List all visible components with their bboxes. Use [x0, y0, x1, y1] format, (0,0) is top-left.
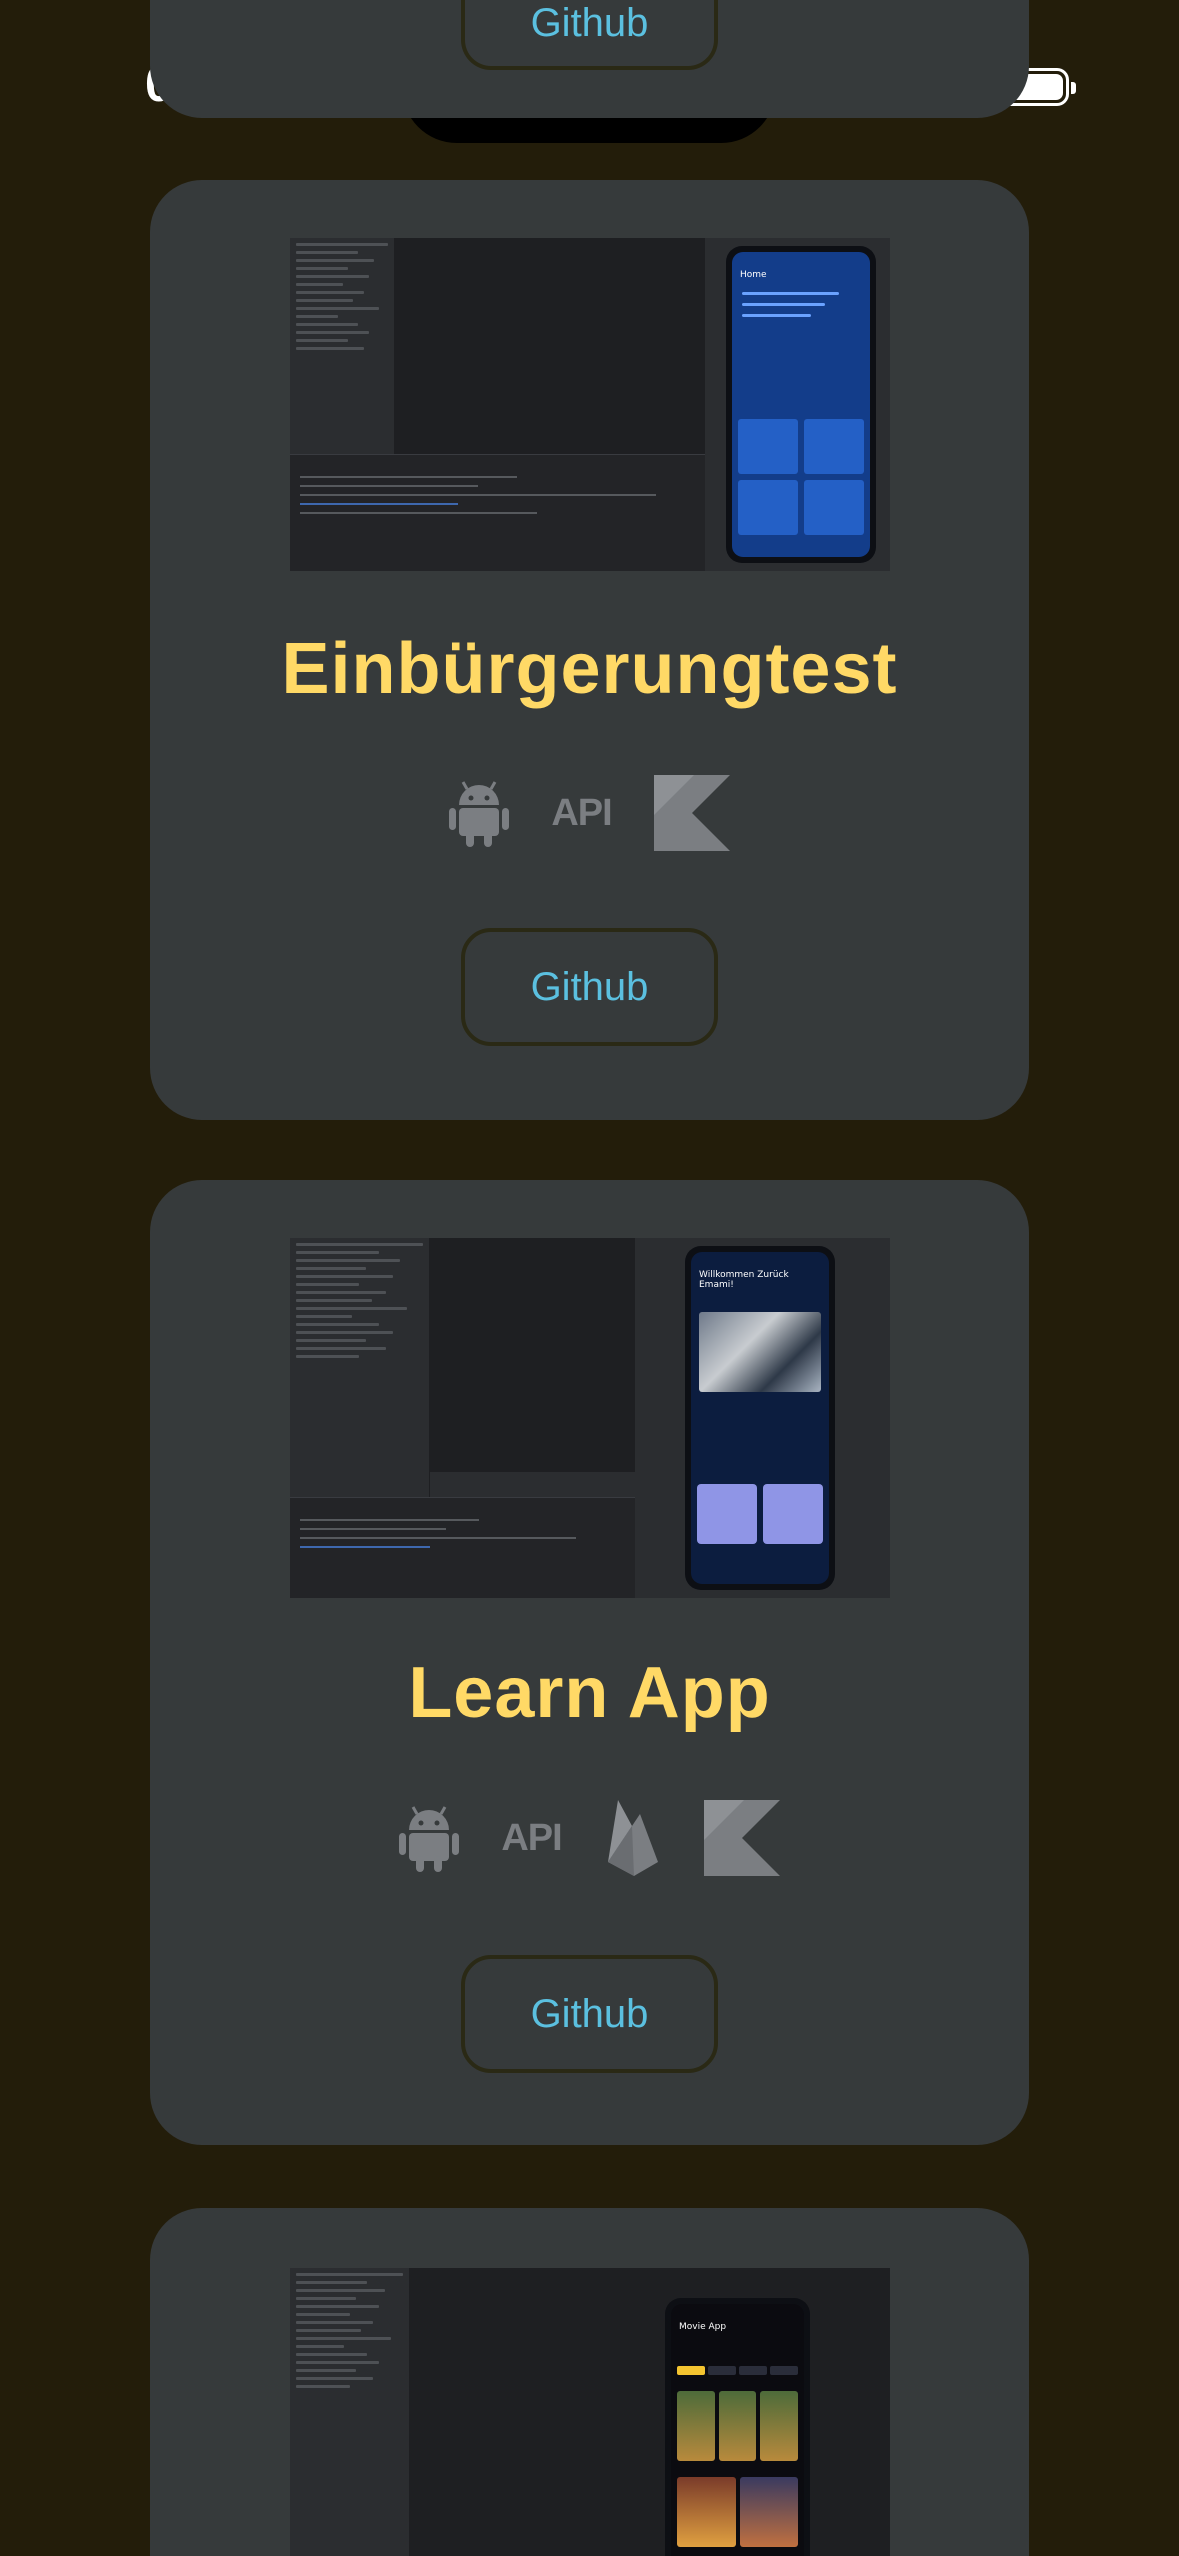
kotlin-icon: [653, 775, 730, 851]
project-screenshot: Movie App: [290, 2268, 890, 2556]
firebase-icon: [604, 1800, 662, 1876]
phone-screen-title: Home: [740, 270, 767, 280]
tech-stack: API: [150, 775, 1029, 851]
project-card: Movie App: [150, 2208, 1029, 2556]
project-screenshot: Willkommen Zurück Emami!: [290, 1238, 890, 1598]
ide-console: [290, 1497, 635, 1598]
android-icon: [449, 779, 510, 847]
android-icon: [399, 1804, 460, 1872]
ide-editor: [430, 1238, 635, 1472]
project-card: Home Einbürgerungtest API Github: [150, 180, 1029, 1120]
tech-stack: API: [150, 1800, 1029, 1876]
ide-console: [290, 454, 705, 571]
project-title: Learn App: [408, 1653, 771, 1733]
github-button[interactable]: Github: [461, 928, 718, 1046]
ide-project-tree: [290, 2268, 410, 2556]
api-icon: API: [551, 791, 612, 834]
ide-editor: [395, 238, 705, 455]
project-card: Github: [150, 0, 1029, 118]
kotlin-icon: [703, 1800, 780, 1876]
api-icon: API: [501, 1816, 562, 1859]
project-title: Einbürgerungtest: [281, 629, 898, 709]
phone-mockup: Movie App: [665, 2298, 810, 2556]
ide-editor: [410, 2268, 890, 2556]
project-screenshot: Home: [290, 238, 890, 571]
github-button[interactable]: Github: [461, 1955, 718, 2073]
project-card: Willkommen Zurück Emami! Learn App API G…: [150, 1180, 1029, 2145]
phone-mockup: Home: [726, 246, 876, 563]
phone-screen-title: Willkommen Zurück Emami!: [699, 1270, 789, 1290]
phone-mockup: Willkommen Zurück Emami!: [685, 1246, 835, 1590]
phone-screen-title: Movie App: [679, 2322, 727, 2332]
github-button[interactable]: Github: [461, 0, 718, 70]
